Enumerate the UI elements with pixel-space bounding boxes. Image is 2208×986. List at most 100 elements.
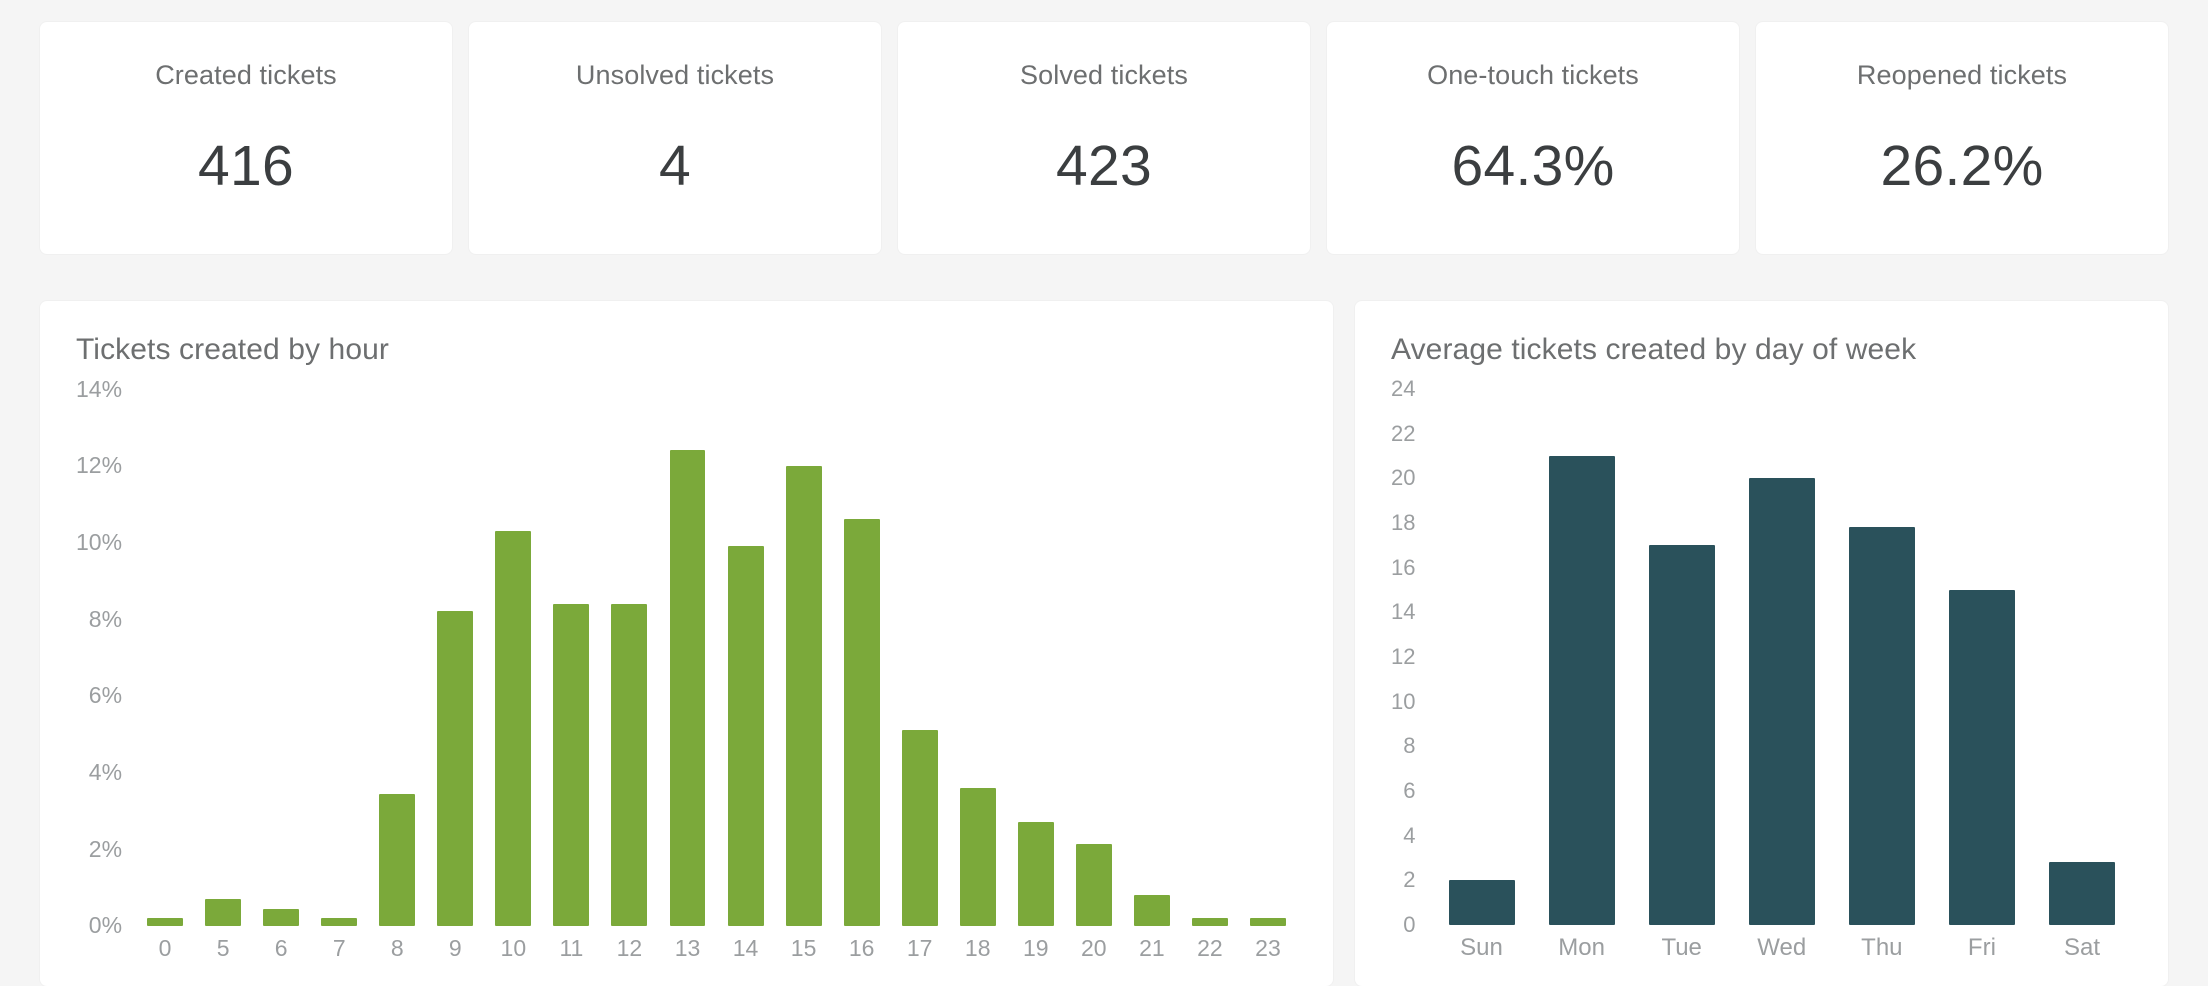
bar[interactable] <box>1448 880 1515 925</box>
bar-series <box>1431 389 2132 925</box>
bar[interactable] <box>1191 918 1228 926</box>
bar[interactable] <box>553 603 590 926</box>
kpi-card-row: Created tickets 416 Unsolved tickets 4 S… <box>40 22 2168 254</box>
kpi-label: Created tickets <box>155 60 337 90</box>
bar[interactable] <box>1133 895 1170 926</box>
kpi-value: 26.2% <box>1880 134 2044 198</box>
x-axis-tick-label: 9 <box>448 935 462 961</box>
bar[interactable] <box>1017 822 1054 926</box>
x-axis-tick-label: 16 <box>848 935 875 961</box>
bar[interactable] <box>495 530 532 926</box>
bar[interactable] <box>1948 590 2015 925</box>
bar-slot <box>949 389 1007 926</box>
chart-plot-area: 14% 12% 10% 8% 6% 4% 2% 0% 0 5 6 7 8 9 10 11 12 13 14 15 16… <box>76 375 1297 986</box>
kpi-label: Reopened tickets <box>1856 60 2068 90</box>
y-axis: 14% 12% 10% 8% 6% 4% 2% 0% <box>76 375 123 939</box>
bar[interactable] <box>959 787 996 926</box>
bar-slot <box>2032 389 2132 925</box>
bar-slot <box>368 389 426 926</box>
bar-slot <box>194 389 252 926</box>
kpi-value: 64.3% <box>1451 134 1615 198</box>
x-axis-tick-label: 21 <box>1139 935 1165 961</box>
bar[interactable] <box>785 465 822 926</box>
kpi-value: 416 <box>197 134 294 198</box>
kpi-label: Solved tickets <box>1020 60 1188 90</box>
x-axis-tick-label: 18 <box>964 935 991 961</box>
y-axis: 24 22 20 18 16 14 12 10 8 6 4 2 0 <box>1391 376 1416 937</box>
x-axis-tick-label: 20 <box>1081 935 1107 961</box>
bar-slot <box>833 389 891 926</box>
bar-slot <box>658 389 716 926</box>
bar-slot <box>775 389 833 926</box>
bar[interactable] <box>727 546 764 926</box>
x-axis-tick-label: 12 <box>616 935 643 961</box>
bar-slot <box>1065 389 1123 926</box>
x-axis-tick-label: 22 <box>1197 935 1223 961</box>
bar-slot <box>717 389 775 926</box>
x-axis-tick-label: 0 <box>158 935 172 961</box>
bar[interactable] <box>669 450 706 926</box>
bar-slot <box>600 389 658 926</box>
bar-slot <box>136 389 194 926</box>
bar[interactable] <box>147 918 184 926</box>
bar[interactable] <box>379 793 416 926</box>
kpi-label: One-touch tickets <box>1427 60 1639 90</box>
bar-slot <box>252 389 310 926</box>
bar-slot <box>1181 389 1239 926</box>
dashboard-root: Created tickets 416 Unsolved tickets 4 S… <box>0 0 2208 986</box>
bar[interactable] <box>1748 478 1815 925</box>
x-axis-tick-label: 17 <box>906 935 933 961</box>
bar-slot <box>1932 389 2032 925</box>
bar-slot <box>1431 389 1531 925</box>
kpi-card-solved-tickets[interactable]: Solved tickets 423 <box>898 22 1310 254</box>
bar[interactable] <box>1548 456 1615 925</box>
bar[interactable] <box>2048 862 2116 925</box>
bar-slot <box>1632 389 1732 925</box>
kpi-card-reopened-tickets[interactable]: Reopened tickets 26.2% <box>1756 22 2168 254</box>
bar-slot <box>1532 389 1632 925</box>
bar[interactable] <box>263 908 300 926</box>
bar[interactable] <box>1648 545 1715 925</box>
charts-row: Tickets created by hour 14% 12% 10% 8% 6% 4% 2… <box>40 301 2168 986</box>
x-axis-tick-label: Wed <box>1757 934 1807 961</box>
bar[interactable] <box>205 899 242 926</box>
bar-series <box>136 389 1297 926</box>
kpi-value: 4 <box>658 134 691 198</box>
x-axis-tick-label: Thu <box>1861 934 1903 961</box>
bar[interactable] <box>843 519 880 926</box>
kpi-card-created-tickets[interactable]: Created tickets 416 <box>40 22 452 254</box>
chart-title: Average tickets created by day of week <box>1391 333 1917 366</box>
kpi-value: 423 <box>1055 134 1152 198</box>
bar-slot <box>1007 389 1065 926</box>
chart-card-tickets-by-hour[interactable]: Tickets created by hour 14% 12% 10% 8% 6% 4% 2… <box>40 301 1333 986</box>
bar[interactable] <box>1848 527 1915 925</box>
bar[interactable] <box>1249 918 1286 926</box>
bar-slot <box>426 389 484 926</box>
bar[interactable] <box>611 603 648 926</box>
bar[interactable] <box>901 730 938 926</box>
x-axis: Sun Mon Tue Wed Thu Fri Sat <box>1431 925 2132 986</box>
chart-card-average-tickets-by-day[interactable]: Average tickets created by day of week 2… <box>1355 301 2168 986</box>
kpi-card-unsolved-tickets[interactable]: Unsolved tickets 4 <box>469 22 881 254</box>
kpi-card-one-touch-tickets[interactable]: One-touch tickets 64.3% <box>1327 22 1739 254</box>
bar[interactable] <box>321 918 358 926</box>
x-axis-tick-label: Mon <box>1558 934 1605 961</box>
bar[interactable] <box>437 611 474 926</box>
x-axis-tick-label: 23 <box>1255 935 1281 961</box>
bar-slot <box>1239 389 1297 926</box>
x-axis-tick-label: 7 <box>332 935 346 961</box>
bar-slot <box>1832 389 1932 925</box>
x-axis-tick-label: Sat <box>2063 934 2100 961</box>
x-axis-tick-label: 8 <box>390 935 404 961</box>
x-axis-tick-label: 13 <box>674 935 701 961</box>
x-axis-tick-label: 19 <box>1022 935 1049 961</box>
bar[interactable] <box>1075 843 1112 926</box>
bar-slot <box>310 389 368 926</box>
x-axis-tick-label: 11 <box>559 935 584 961</box>
bar-slot <box>891 389 949 926</box>
bar-slot <box>542 389 600 926</box>
chart-title: Tickets created by hour <box>76 333 389 366</box>
kpi-label: Unsolved tickets <box>575 60 775 90</box>
x-axis-tick-label: 6 <box>274 935 288 961</box>
x-axis: 0 5 6 7 8 9 10 11 12 13 14 15 16 17 18 19 20 21 22 23 <box>136 926 1297 986</box>
